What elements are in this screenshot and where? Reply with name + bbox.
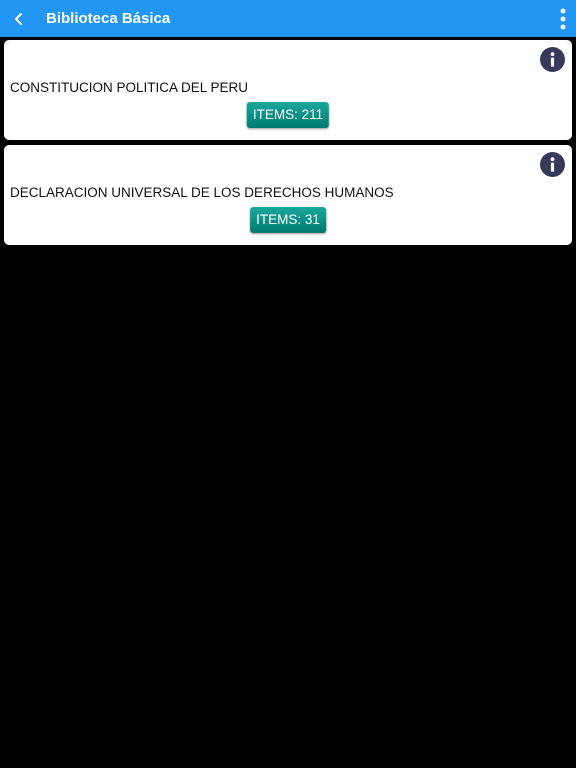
- app-bar: Biblioteca Básica: [0, 0, 576, 37]
- more-vertical-icon: [560, 8, 566, 30]
- items-count: 31: [304, 212, 320, 227]
- card-title: CONSTITUCION POLITICA DEL PERU: [10, 80, 249, 95]
- library-list: CONSTITUCION POLITICA DEL PERU ITEMS211 …: [4, 40, 572, 250]
- page-title: Biblioteca Básica: [46, 10, 171, 27]
- items-label: ITEMS: [256, 212, 305, 227]
- info-icon: [550, 157, 555, 172]
- info-button[interactable]: [540, 47, 565, 72]
- card-title: DECLARACION UNIVERSAL DE LOS DERECHOS HU…: [10, 185, 394, 200]
- list-item[interactable]: CONSTITUCION POLITICA DEL PERU ITEMS211: [4, 40, 572, 140]
- items-count: 211: [301, 107, 324, 122]
- list-item[interactable]: DECLARACION UNIVERSAL DE LOS DERECHOS HU…: [4, 145, 572, 245]
- back-button[interactable]: [6, 6, 32, 32]
- overflow-menu-button[interactable]: [552, 6, 574, 32]
- info-button[interactable]: [540, 152, 565, 177]
- info-icon: [550, 52, 555, 67]
- chevron-left-icon: [15, 13, 22, 25]
- items-button[interactable]: ITEMS31: [250, 207, 326, 233]
- items-label: ITEMS: [253, 107, 302, 122]
- items-button[interactable]: ITEMS211: [246, 102, 330, 128]
